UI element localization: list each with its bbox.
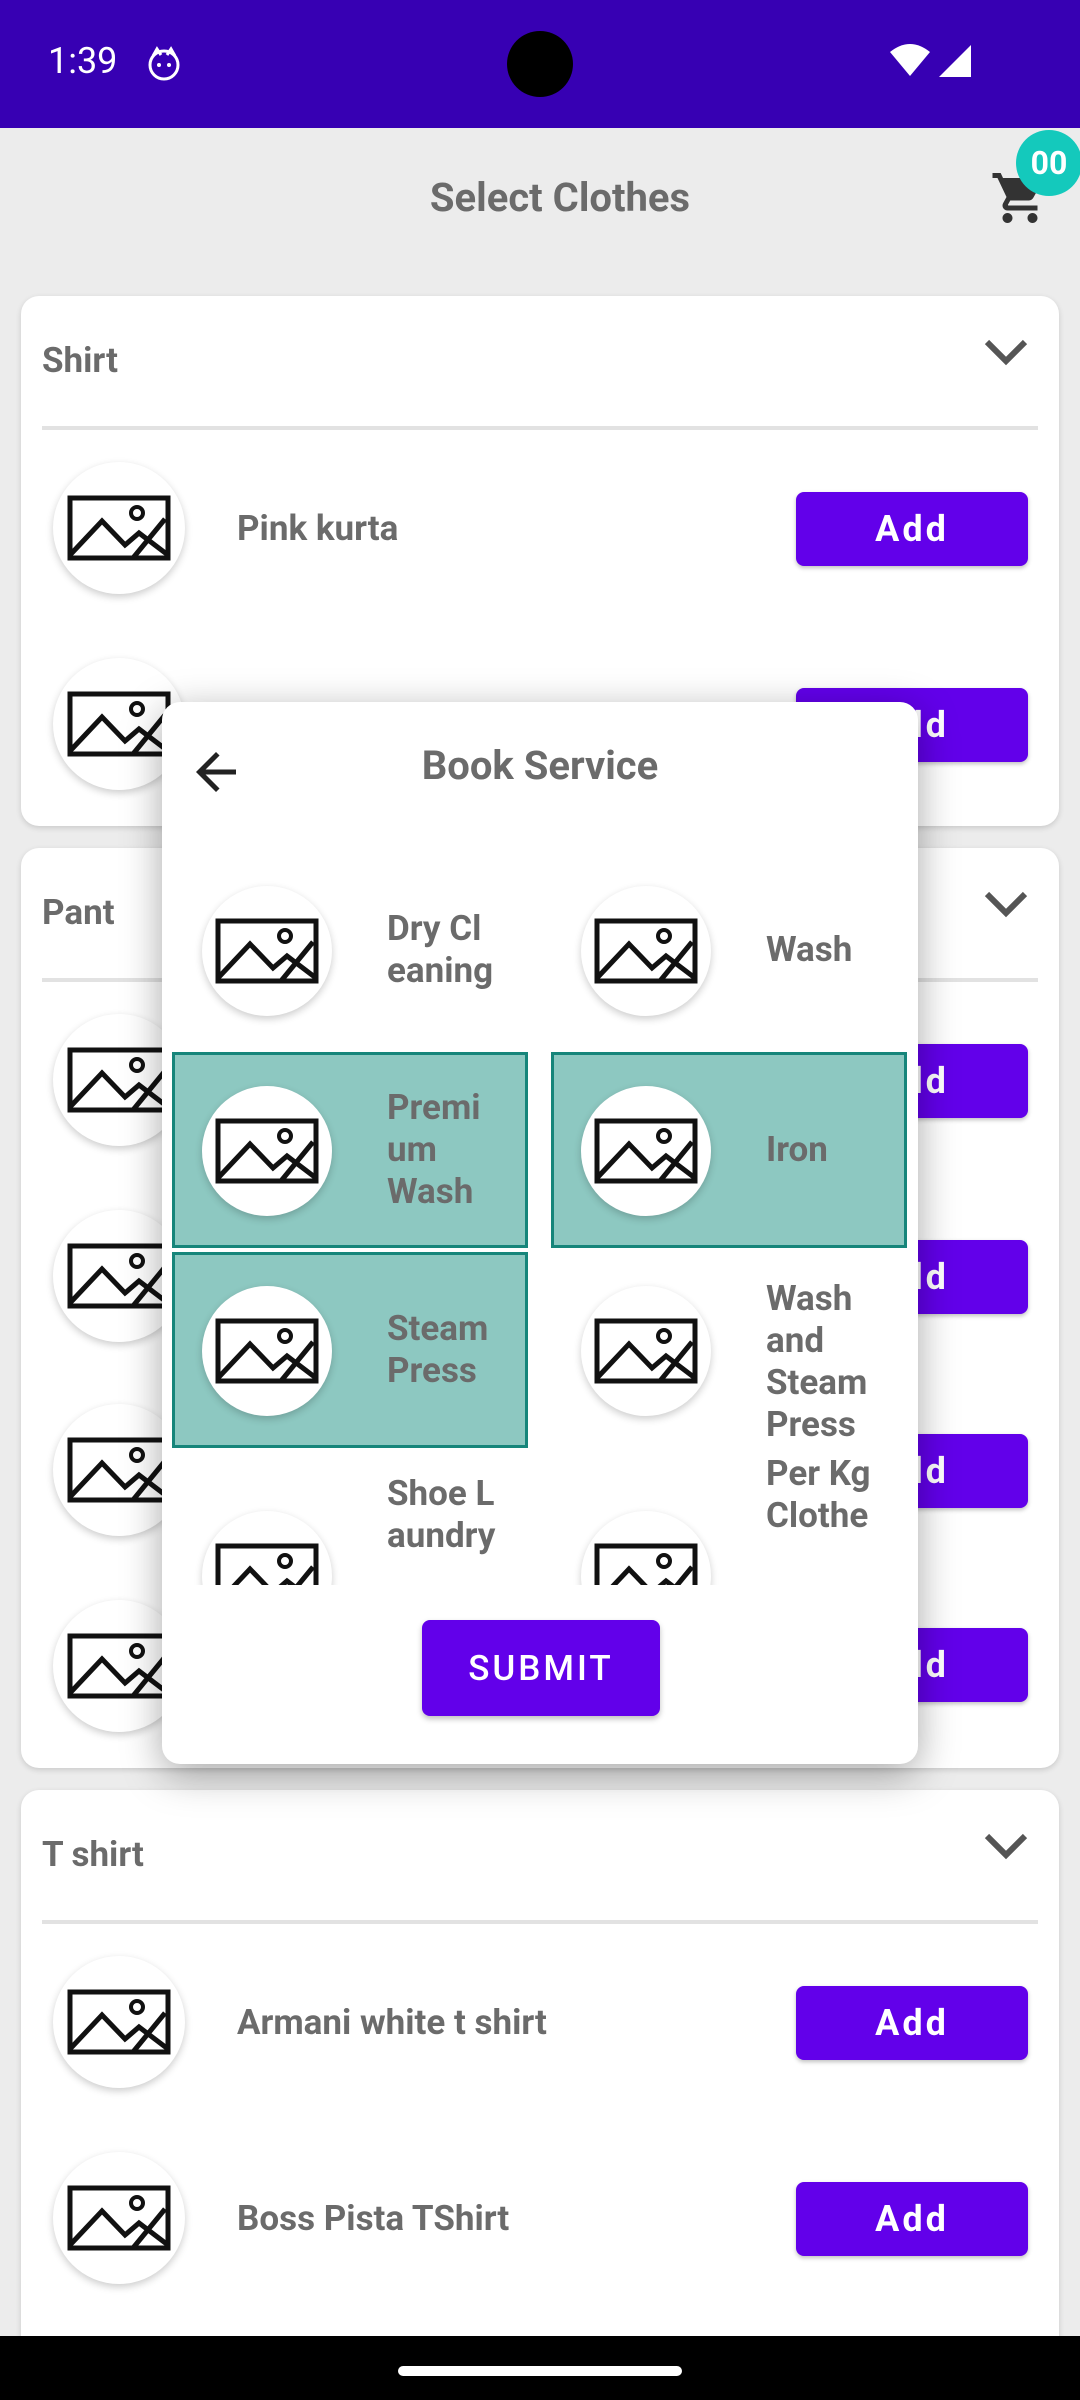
image-placeholder-icon bbox=[581, 1286, 711, 1416]
service-label: Wash and Steam Press bbox=[766, 1278, 868, 1445]
category-card-tshirt: T shirt Armani white t shirt Add Boss Pi… bbox=[21, 1790, 1059, 2390]
image-placeholder-icon bbox=[581, 886, 711, 1016]
service-option-dry-cleaning[interactable]: Dry Cl eaning bbox=[172, 852, 528, 1048]
service-option-iron[interactable]: Iron bbox=[551, 1052, 907, 1248]
add-button[interactable]: Add bbox=[796, 2182, 1028, 2256]
category-title: T shirt bbox=[42, 1834, 144, 1875]
service-label: Dry Cl eaning bbox=[387, 908, 494, 991]
item-name: Pink kurta bbox=[237, 508, 399, 549]
image-placeholder-icon bbox=[581, 1511, 711, 1585]
image-placeholder-icon bbox=[53, 462, 185, 594]
status-bar: 1:39 bbox=[0, 0, 1080, 128]
service-option-steam-press[interactable]: Steam Press bbox=[172, 1252, 528, 1448]
image-placeholder-icon bbox=[202, 886, 332, 1016]
divider bbox=[42, 426, 1038, 430]
service-label: Iron bbox=[766, 1129, 828, 1170]
service-label: Shoe L aundry bbox=[387, 1473, 496, 1556]
service-label: Steam Press bbox=[387, 1308, 489, 1391]
notification-app-icon bbox=[146, 46, 182, 86]
category-title: Pant bbox=[42, 892, 115, 933]
service-grid: Dry Cl eaning Wash Premi um Wash Iron St… bbox=[162, 852, 918, 1585]
item-name: Armani white t shirt bbox=[237, 2002, 547, 2043]
book-service-dialog: Book Service Dry Cl eaning Wash Premi um… bbox=[162, 702, 918, 1764]
service-option-premium-wash[interactable]: Premi um Wash bbox=[172, 1052, 528, 1248]
home-gesture-handle[interactable] bbox=[398, 2366, 682, 2376]
image-placeholder-icon bbox=[202, 1286, 332, 1416]
chevron-down-icon[interactable] bbox=[983, 890, 1029, 924]
status-time: 1:39 bbox=[48, 40, 118, 82]
image-placeholder-icon bbox=[202, 1086, 332, 1216]
service-label: Per Kg Clothe bbox=[766, 1453, 871, 1536]
divider bbox=[42, 1920, 1038, 1924]
service-option-wash[interactable]: Wash bbox=[551, 852, 907, 1048]
camera-cutout bbox=[507, 31, 573, 97]
dialog-title: Book Service bbox=[421, 742, 659, 789]
category-title: Shirt bbox=[42, 340, 118, 381]
wifi-icon bbox=[888, 42, 932, 82]
service-option-wash-and-steam-press[interactable]: Wash and Steam Press bbox=[551, 1252, 907, 1472]
chevron-down-icon[interactable] bbox=[983, 338, 1029, 372]
submit-button[interactable]: SUBMIT bbox=[422, 1620, 660, 1716]
image-placeholder-icon bbox=[581, 1086, 711, 1216]
image-placeholder-icon bbox=[53, 1956, 185, 2088]
service-option-shoe-laundry[interactable]: Shoe L aundry bbox=[172, 1473, 528, 1585]
cart-count-badge: 00 bbox=[1016, 130, 1080, 196]
signal-icon bbox=[938, 44, 972, 82]
service-label: Premi um Wash bbox=[387, 1087, 481, 1212]
add-button[interactable]: Add bbox=[796, 1986, 1028, 2060]
image-placeholder-icon bbox=[202, 1511, 332, 1585]
service-option-per-kg-clothe[interactable]: Per Kg Clothe bbox=[551, 1453, 907, 1585]
page-title: Select Clothes bbox=[429, 174, 691, 221]
service-label: Wash bbox=[766, 929, 853, 970]
item-name: Boss Pista TShirt bbox=[237, 2198, 510, 2239]
image-placeholder-icon bbox=[53, 2152, 185, 2284]
add-button[interactable]: Add bbox=[796, 492, 1028, 566]
chevron-down-icon[interactable] bbox=[983, 1832, 1029, 1866]
